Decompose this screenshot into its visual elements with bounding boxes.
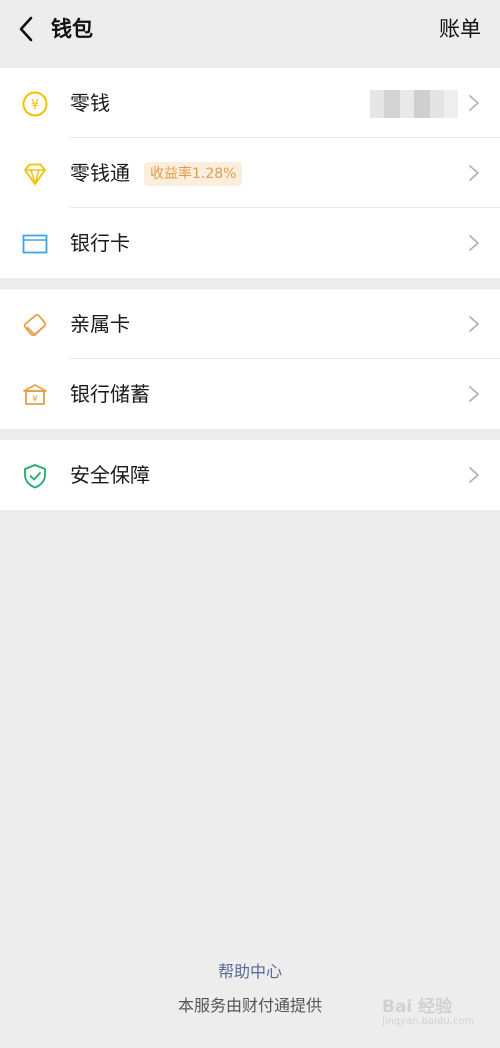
page-title: 钱包 [51, 17, 93, 41]
chevron-left-icon [19, 16, 33, 42]
list-item-licaitong[interactable]: 零钱通 收益率1.28% [0, 138, 500, 208]
chevron-right-icon [469, 316, 479, 332]
list-item-label: 安全保障 [70, 463, 150, 487]
top-bar: 钱包 账单 [0, 0, 500, 62]
yield-badge: 收益率1.28% [144, 162, 243, 186]
svg-text:¥: ¥ [31, 98, 39, 113]
list-item-label: 亲属卡 [70, 312, 130, 336]
diamond-icon [24, 163, 46, 187]
wallet-group-family: 亲属卡 ¥ 银行储蓄 [0, 289, 500, 429]
back-button[interactable] [12, 12, 40, 46]
bank-card-icon [22, 234, 48, 254]
watermark-url: jingyan.baidu.com [382, 1016, 475, 1027]
list-item-label: 零钱通 [70, 161, 130, 185]
list-item-change[interactable]: ¥ 零钱 [0, 68, 500, 138]
bill-button[interactable]: 账单 [439, 14, 481, 44]
balance-blurred [370, 90, 458, 118]
chevron-right-icon [469, 386, 479, 402]
chevron-right-icon [469, 467, 479, 483]
wallet-group-security: 安全保障 [0, 440, 500, 510]
yuan-coin-icon: ¥ [22, 91, 48, 117]
list-item-bank-savings[interactable]: ¥ 银行储蓄 [0, 359, 500, 429]
chevron-right-icon [469, 165, 479, 181]
help-center-link[interactable]: 帮助中心 [0, 960, 500, 984]
wallet-group-main: ¥ 零钱 零钱通 收益率1.28% 银行卡 [0, 68, 500, 278]
list-item-bank-card[interactable]: 银行卡 [0, 208, 500, 278]
watermark-text: Bai 经验 [382, 997, 453, 1017]
shield-check-icon [24, 464, 46, 489]
svg-text:¥: ¥ [32, 395, 38, 405]
bank-building-icon: ¥ [23, 384, 47, 405]
list-item-family-card[interactable]: 亲属卡 [0, 289, 500, 359]
list-item-label: 银行储蓄 [70, 382, 150, 406]
chevron-right-icon [469, 95, 479, 111]
list-item-security[interactable]: 安全保障 [0, 440, 500, 510]
list-item-label: 零钱 [70, 91, 110, 115]
baidu-watermark: Bai 经验 jingyan.baidu.com [382, 992, 478, 1036]
list-item-label: 银行卡 [70, 231, 130, 255]
family-card-icon [23, 313, 47, 337]
chevron-right-icon [469, 235, 479, 251]
